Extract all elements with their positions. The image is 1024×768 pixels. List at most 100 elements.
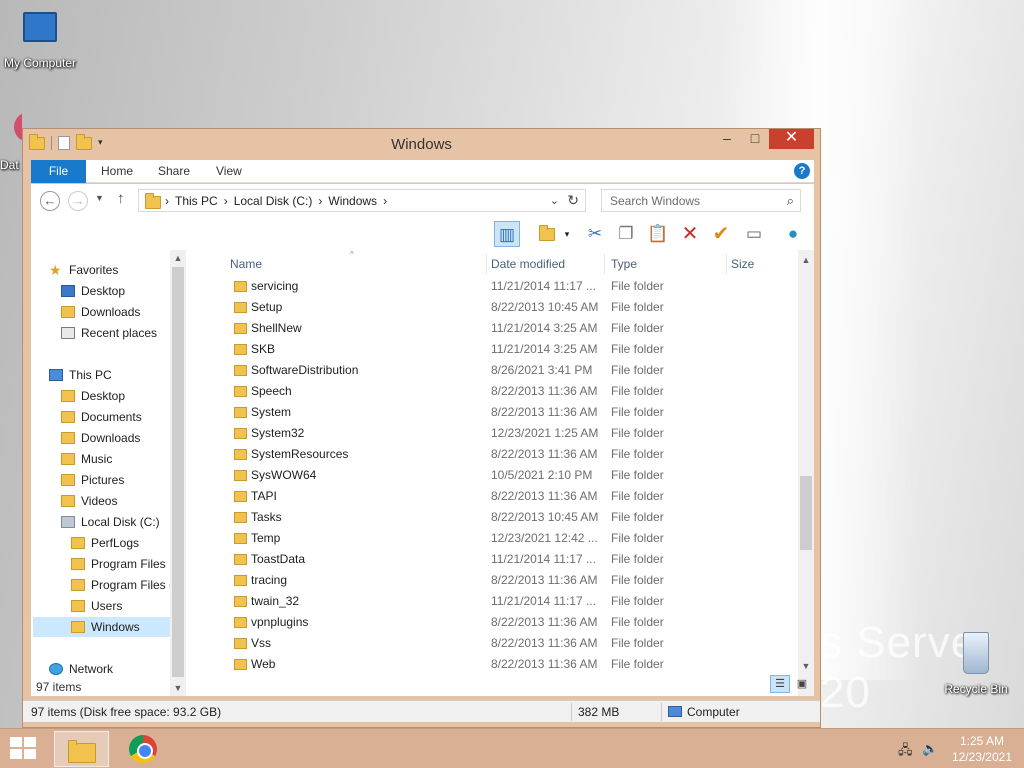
breadcrumb-separator: › (165, 194, 169, 208)
forward-button[interactable]: → (68, 191, 88, 211)
scroll-up-arrow[interactable]: ▲ (798, 252, 814, 268)
table-row[interactable]: SKB 11/21/2014 3:25 AM File folder (204, 339, 798, 360)
refresh-icon[interactable]: ↻ (567, 192, 579, 209)
nav-item-recent-places[interactable]: Recent places (61, 323, 157, 343)
table-row[interactable]: Temp 12/23/2021 12:42 ... File folder (204, 528, 798, 549)
nav-item-network[interactable]: Network (49, 659, 113, 679)
file-name: TAPI (251, 489, 277, 503)
taskbar-file-explorer[interactable] (54, 731, 109, 767)
volume-muted-icon[interactable]: 🔈 (922, 741, 938, 757)
table-row[interactable]: ToastData 11/21/2014 11:17 ... File folder (204, 549, 798, 570)
large-icons-view-icon[interactable]: ▣ (792, 675, 812, 693)
table-row[interactable]: TAPI 8/22/2013 11:36 AM File folder (204, 486, 798, 507)
file-name: Setup (251, 300, 283, 314)
table-row[interactable]: Vss 8/22/2013 11:36 AM File folder (204, 633, 798, 654)
desktop-icon-recycle-bin[interactable]: Recycle Bin (938, 632, 1014, 696)
properties-icon[interactable]: ▭ (741, 221, 767, 247)
delete-icon[interactable]: ✕ (677, 221, 703, 247)
taskbar-chrome[interactable] (115, 731, 170, 767)
tab-home[interactable]: Home (101, 160, 133, 183)
globe-icon[interactable]: ● (780, 221, 806, 247)
nav-item-downloads[interactable]: Downloads (61, 428, 140, 448)
table-row[interactable]: Tasks 8/22/2013 10:45 AM File folder (204, 507, 798, 528)
paste-icon[interactable]: 📋 (645, 221, 671, 247)
help-icon[interactable]: ? (794, 163, 810, 179)
nav-item-documents[interactable]: Documents (61, 407, 142, 427)
table-row[interactable]: System 8/22/2013 11:36 AM File folder (204, 402, 798, 423)
nav-item-program-files[interactable]: Program Files (71, 554, 166, 574)
scroll-thumb[interactable] (172, 267, 184, 677)
scroll-up-arrow[interactable]: ▲ (170, 250, 186, 266)
details-view-icon[interactable]: ☰ (770, 675, 790, 693)
table-row[interactable]: SystemResources 8/22/2013 11:36 AM File fo… (204, 444, 798, 465)
column-header-type[interactable]: Type (611, 254, 637, 274)
breadcrumb-windows[interactable]: Windows (328, 194, 377, 208)
table-row[interactable]: Web 8/22/2013 11:36 AM File folder (204, 654, 798, 675)
table-row[interactable]: SoftwareDistribution 8/26/2021 3:41 PM Fil… (204, 360, 798, 381)
clock[interactable]: 1:25 AM 12/23/2021 (952, 733, 1012, 765)
tab-file[interactable]: File (31, 160, 86, 183)
windows-logo-icon (10, 749, 22, 759)
search-box[interactable]: Search Windows ⌕ (601, 189, 801, 212)
file-type: File folder (611, 300, 664, 314)
nav-item-perflogs[interactable]: PerfLogs (71, 533, 139, 553)
address-bar[interactable]: › This PC › Local Disk (C:) › Windows › … (138, 189, 586, 212)
nav-item-program-files-x86[interactable]: Program Files ( (71, 575, 173, 595)
nav-item-favorites[interactable]: ★ Favorites (49, 260, 118, 280)
column-separator[interactable] (604, 254, 605, 274)
up-button[interactable]: ↑ (117, 190, 125, 207)
nav-scrollbar[interactable]: ▲ ▼ (170, 250, 186, 696)
column-header-date-modified[interactable]: Date modified (491, 254, 565, 274)
desktop-icon-my-computer[interactable]: My Computer (2, 12, 78, 70)
back-button[interactable]: ← (40, 191, 60, 211)
scroll-down-arrow[interactable]: ▼ (170, 680, 186, 696)
scroll-thumb[interactable] (800, 476, 812, 550)
nav-item-desktop[interactable]: Desktop (61, 281, 125, 301)
nav-item-users[interactable]: Users (71, 596, 122, 616)
nav-item-this-pc[interactable]: This PC (49, 365, 112, 385)
table-row[interactable]: vpnplugins 8/22/2013 11:36 AM File folder (204, 612, 798, 633)
downloads-icon (61, 306, 75, 318)
column-separator[interactable] (486, 254, 487, 274)
search-icon[interactable]: ⌕ (787, 193, 794, 209)
table-row[interactable]: twain_32 11/21/2014 11:17 ... File folder (204, 591, 798, 612)
preview-pane-icon[interactable]: ▥ (494, 221, 520, 247)
folder-options-icon[interactable] (534, 221, 560, 247)
cut-icon[interactable]: ✂ (582, 221, 608, 247)
column-separator[interactable] (726, 254, 727, 274)
title-bar[interactable]: ▾ Windows – □ ✕ (23, 129, 820, 159)
column-header-name[interactable]: Name (230, 254, 262, 274)
breadcrumb-local-disk[interactable]: Local Disk (C:) (234, 194, 313, 208)
desktop-icon-dat[interactable]: Dat (0, 112, 22, 172)
table-row[interactable]: ShellNew 11/21/2014 3:25 AM File folder (204, 318, 798, 339)
recent-locations-button[interactable]: ▼ (95, 193, 104, 203)
start-button[interactable] (10, 737, 38, 761)
nav-item-local-disk[interactable]: Local Disk (C:) (61, 512, 160, 532)
copy-icon[interactable]: ❐ (613, 221, 639, 247)
table-row[interactable]: SysWOW64 10/5/2021 2:10 PM File folder (204, 465, 798, 486)
nav-item-music[interactable]: Music (61, 449, 112, 469)
chevron-down-icon[interactable]: ▾ (561, 221, 573, 247)
table-row[interactable]: Setup 8/22/2013 10:45 AM File folder (204, 297, 798, 318)
tab-share[interactable]: Share (158, 160, 190, 183)
nav-item-desktop[interactable]: Desktop (61, 386, 125, 406)
chevron-down-icon[interactable]: ⌄ (550, 194, 559, 207)
tab-view[interactable]: View (216, 160, 242, 183)
breadcrumb-this-pc[interactable]: This PC (175, 194, 218, 208)
nav-item-videos[interactable]: Videos (61, 491, 117, 511)
close-button[interactable]: ✕ (769, 129, 814, 149)
table-row[interactable]: System32 12/23/2021 1:25 AM File folder (204, 423, 798, 444)
table-row[interactable]: servicing 11/21/2014 11:17 ... File folder (204, 276, 798, 297)
maximize-button[interactable]: □ (741, 129, 769, 149)
network-tray-icon[interactable]: 🖧 (898, 741, 913, 763)
minimize-button[interactable]: – (713, 129, 741, 149)
nav-item-downloads[interactable]: Downloads (61, 302, 140, 322)
list-scrollbar[interactable]: ▲ ▼ (798, 250, 814, 696)
scroll-down-arrow[interactable]: ▼ (798, 658, 814, 674)
table-row[interactable]: Speech 8/22/2013 11:36 AM File folder (204, 381, 798, 402)
nav-item-pictures[interactable]: Pictures (61, 470, 124, 490)
nav-item-windows[interactable]: Windows (33, 617, 170, 637)
checkmark-icon[interactable]: ✔ (708, 221, 734, 247)
column-header-size[interactable]: Size (731, 254, 754, 274)
table-row[interactable]: tracing 8/22/2013 11:36 AM File folder (204, 570, 798, 591)
